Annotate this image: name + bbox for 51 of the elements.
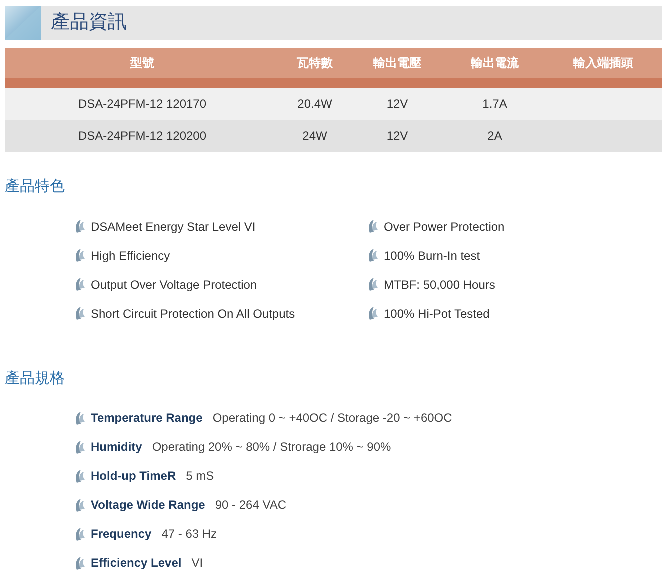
spec-label: Humidity — [91, 439, 142, 456]
leaf-icon — [75, 306, 86, 321]
column-header: 瓦特數 — [297, 56, 333, 70]
table-cell: 2A — [488, 129, 502, 143]
feature-text: Over Power Protection — [384, 218, 505, 236]
feature-text: 100% Hi-Pot Tested — [384, 306, 490, 322]
feature-text: DSAMeet Energy Star Level VI — [91, 218, 256, 236]
table-cell: 24W — [302, 129, 328, 143]
feature-text: High Efficiency — [91, 248, 170, 264]
spec-value: VI — [192, 555, 204, 572]
spec-label: Hold-up TimeR — [91, 468, 176, 485]
table-cell: DSA-24PFM-12 120200 — [78, 129, 207, 143]
leaf-icon — [75, 410, 86, 426]
spec-value: 47 - 63 Hz — [162, 526, 218, 543]
corner-icon — [5, 6, 41, 40]
leaf-icon — [75, 468, 86, 484]
spec-value: 90 - 264 VAC — [215, 497, 287, 514]
feature-text: Output Over Voltage Protection — [91, 276, 258, 294]
leaf-icon — [75, 556, 86, 570]
table-cell: 1.7A — [482, 97, 508, 111]
spec-label: Voltage Wide Range — [91, 497, 206, 514]
table-cell: 12V — [386, 129, 408, 143]
leaf-icon — [75, 440, 86, 454]
feature-text: MTBF: 50,000 Hours — [384, 276, 496, 294]
feature-text: Short Circuit Protection On All Outputs — [91, 306, 296, 322]
spec-value: Operating 20% ~ 80% / Strorage 10% ~ 90% — [152, 439, 392, 456]
leaf-icon — [368, 248, 379, 263]
column-header: 輸出電壓 — [374, 56, 422, 70]
leaf-icon — [368, 277, 379, 292]
leaf-icon — [75, 498, 86, 512]
leaf-icon — [75, 526, 86, 542]
spec-label: Frequency — [91, 526, 152, 543]
spec-label: Efficiency Level — [91, 555, 182, 572]
column-header: 輸出電流 — [471, 56, 519, 70]
leaf-icon — [75, 277, 86, 292]
spec-value: Operating 0 ~ +40OC / Storage -20 ~ +60OC — [212, 410, 452, 427]
leaf-icon — [368, 306, 379, 321]
section-title: 產品資訊 — [51, 10, 127, 35]
leaf-icon — [75, 248, 86, 263]
leaf-icon — [368, 219, 379, 234]
feature-text: 100% Burn-In test — [384, 248, 480, 264]
leaf-icon — [75, 219, 86, 234]
table-cell: 12V — [386, 97, 408, 111]
spec-value: 5 mS — [186, 468, 214, 485]
table-cell: 20.4W — [298, 97, 332, 111]
column-header: 輸入端插頭 — [574, 56, 634, 70]
section-title: 產品規格 — [5, 368, 65, 388]
spec-label: Temperature Range — [91, 410, 203, 427]
section-title: 產品特色 — [5, 177, 65, 197]
table-cell: DSA-24PFM-12 120170 — [78, 97, 207, 111]
column-header: 型號 — [130, 56, 154, 70]
